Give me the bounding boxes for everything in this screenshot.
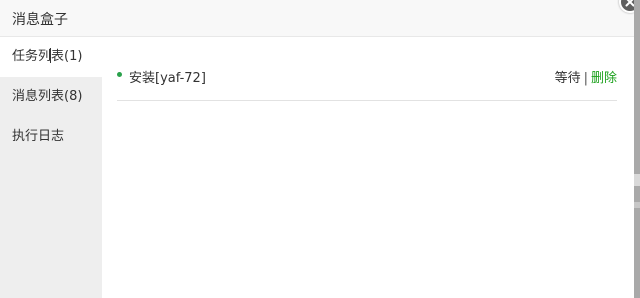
task-name: 安装[yaf-72] xyxy=(129,71,206,86)
tab-execution-log[interactable]: 执行日志 xyxy=(0,117,102,157)
tab-label: 任务列 xyxy=(12,49,52,64)
tab-label: 执行日志 xyxy=(12,129,65,144)
tab-task-list[interactable]: 任务列表(1) xyxy=(0,37,102,77)
tab-label: 消息列表(8) xyxy=(12,89,83,104)
task-row: 安装[yaf-72] 等待 | 删除 xyxy=(117,59,617,101)
tab-label-rest: 表(1) xyxy=(51,49,83,64)
background-window-edge xyxy=(634,0,640,298)
bullet-icon xyxy=(117,72,122,77)
delete-link[interactable]: 删除 xyxy=(591,71,617,86)
dialog-title: 消息盒子 xyxy=(12,12,68,28)
background-edge-segment xyxy=(634,174,640,186)
task-list-panel: 安装[yaf-72] 等待 | 删除 xyxy=(102,37,634,298)
task-status: 等待 xyxy=(554,71,581,86)
background-edge-segment xyxy=(634,202,640,208)
tab-message-list[interactable]: 消息列表(8) xyxy=(0,77,102,117)
sidebar: 任务列表(1) 消息列表(8) 执行日志 xyxy=(0,37,102,298)
action-separator: | xyxy=(583,71,588,86)
task-actions: 等待 | 删除 xyxy=(555,67,617,86)
dialog-titlebar: 消息盒子 xyxy=(0,0,634,37)
